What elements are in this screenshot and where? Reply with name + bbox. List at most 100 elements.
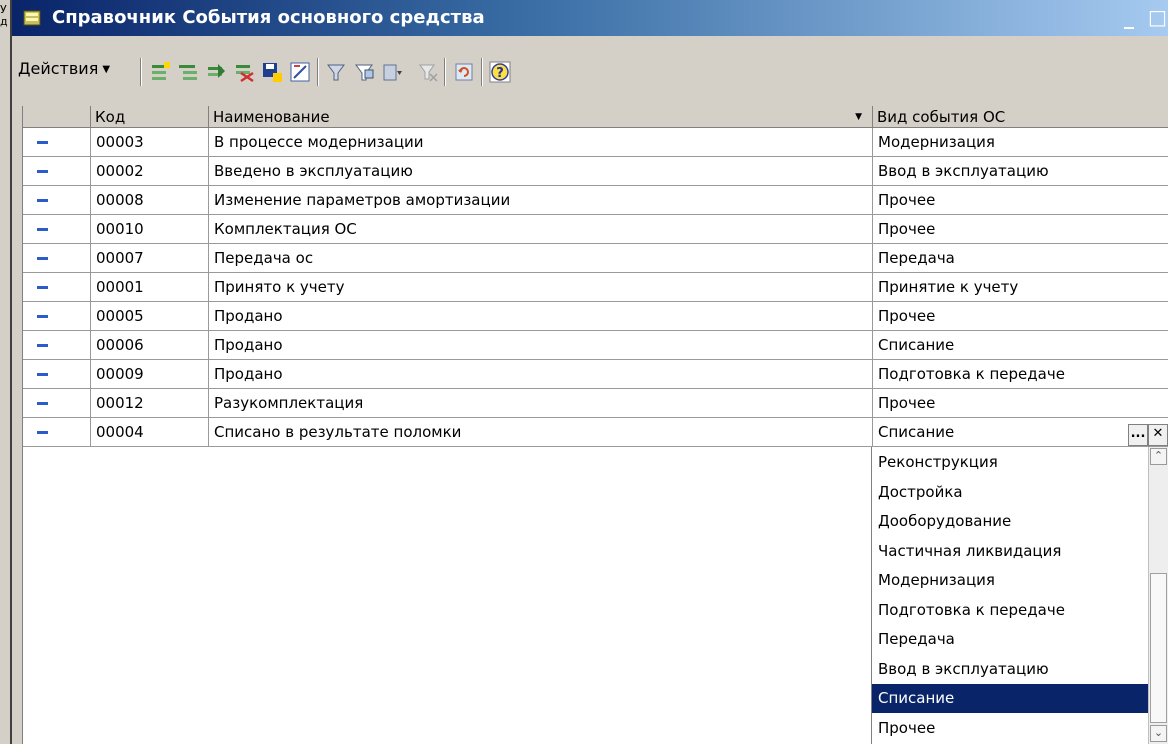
toolbar: Действия ▼ ? — [12, 52, 1168, 92]
event-type-cell[interactable]: Списание — [873, 331, 1168, 360]
table-row[interactable]: 00006 Продано Списание — [23, 331, 1168, 360]
name-cell[interactable]: Комплектация ОС — [209, 215, 873, 244]
code-cell[interactable]: 00001 — [91, 273, 209, 302]
row-marker-icon — [37, 199, 48, 202]
row-marker-cell — [23, 389, 91, 418]
table-row[interactable]: 00008 Изменение параметров амортизации Про… — [23, 186, 1168, 215]
dropdown-option[interactable]: Передача — [872, 625, 1148, 654]
code-cell[interactable]: 00009 — [91, 360, 209, 389]
code-cell[interactable]: 00004 — [91, 418, 209, 447]
event-type-cell[interactable]: Прочее — [873, 389, 1168, 418]
dropdown-option[interactable]: Списание — [872, 684, 1148, 713]
event-type-cell[interactable]: Списание — [873, 418, 1168, 447]
table-row[interactable]: 00002 Введено в эксплуатацию Ввод в эксплу… — [23, 157, 1168, 186]
table-row[interactable]: 00007 Передача ос Передача — [23, 244, 1168, 273]
refresh-icon[interactable] — [453, 61, 475, 83]
row-marker-cell — [23, 215, 91, 244]
name-cell[interactable]: Принято к учету — [209, 273, 873, 302]
table-row[interactable]: 00003 В процессе модернизации Модернизация — [23, 128, 1168, 157]
event-type-cell[interactable]: Подготовка к передаче — [873, 360, 1168, 389]
help-icon[interactable]: ? — [489, 61, 511, 83]
dropdown-option[interactable]: Модернизация — [872, 566, 1148, 595]
name-cell[interactable]: Введено в эксплуатацию — [209, 157, 873, 186]
name-cell[interactable]: Изменение параметров амортизации — [209, 186, 873, 215]
row-marker-icon — [37, 373, 48, 376]
table-row[interactable]: 00004 Списано в результате поломки Списани… — [23, 418, 1168, 447]
dropdown-option[interactable]: Подготовка к передаче — [872, 596, 1148, 625]
name-cell[interactable]: Продано — [209, 331, 873, 360]
event-type-cell[interactable]: Принятие к учету — [873, 273, 1168, 302]
scroll-down-button[interactable]: ⌄ — [1150, 725, 1167, 742]
header-code[interactable]: Код — [91, 106, 209, 128]
row-marker-icon — [37, 228, 48, 231]
name-cell[interactable]: В процессе модернизации — [209, 128, 873, 157]
name-cell[interactable]: Разукомплектация — [209, 389, 873, 418]
header-event-type[interactable]: Вид события ОС — [873, 106, 1168, 128]
sort-desc-icon: ▼ — [855, 112, 862, 122]
save-icon[interactable] — [261, 61, 283, 83]
table-row[interactable]: 00010 Комплектация ОС Прочее — [23, 215, 1168, 244]
maximize-button[interactable]: □ — [1148, 6, 1167, 28]
row-marker-icon — [37, 286, 48, 289]
row-marker-icon — [37, 402, 48, 405]
row-marker-icon — [37, 257, 48, 260]
svg-text:?: ? — [496, 66, 504, 81]
code-cell[interactable]: 00010 — [91, 215, 209, 244]
clear-filter-icon[interactable] — [417, 61, 439, 83]
name-cell[interactable]: Продано — [209, 302, 873, 331]
code-cell[interactable]: 00007 — [91, 244, 209, 273]
event-type-cell[interactable]: Прочее — [873, 186, 1168, 215]
row-marker-icon — [37, 170, 48, 173]
event-type-cell[interactable]: Модернизация — [873, 128, 1168, 157]
table-row[interactable]: 00012 Разукомплектация Прочее — [23, 389, 1168, 418]
select-button[interactable]: ... — [1128, 424, 1148, 446]
minimize-button[interactable]: _ — [1124, 6, 1134, 28]
dropdown-option[interactable]: Частичная ликвидация — [872, 537, 1148, 566]
name-cell[interactable]: Передача ос — [209, 244, 873, 273]
code-cell[interactable]: 00008 — [91, 186, 209, 215]
event-type-cell[interactable]: Прочее — [873, 302, 1168, 331]
dropdown-option[interactable]: Реконструкция — [872, 448, 1148, 477]
title-bar[interactable]: Справочник События основного средства _ … — [12, 0, 1168, 36]
delete-icon[interactable] — [233, 61, 255, 83]
code-cell[interactable]: 00006 — [91, 331, 209, 360]
toolbar-separator — [140, 58, 142, 86]
table-row[interactable]: 00009 Продано Подготовка к передаче — [23, 360, 1168, 389]
code-cell[interactable]: 00005 — [91, 302, 209, 331]
header-marker — [23, 106, 91, 128]
dropdown-option[interactable]: Прочее — [872, 714, 1148, 743]
dropdown-scrollbar[interactable]: ⌃ ⌄ — [1148, 447, 1168, 744]
row-marker-cell — [23, 418, 91, 447]
dropdown-option[interactable]: Дооборудование — [872, 507, 1148, 536]
code-cell[interactable]: 00012 — [91, 389, 209, 418]
dropdown-option[interactable]: Дострой­ка — [872, 478, 1148, 507]
code-cell[interactable]: 00002 — [91, 157, 209, 186]
dropdown-option[interactable]: Ввод в эксплуатацию — [872, 655, 1148, 684]
add-group-icon[interactable] — [177, 61, 199, 83]
scroll-thumb[interactable] — [1150, 573, 1167, 723]
add-icon[interactable] — [149, 61, 171, 83]
header-name[interactable]: Наименование ▼ — [209, 106, 873, 128]
name-cell[interactable]: Продано — [209, 360, 873, 389]
filter-icon[interactable] — [325, 61, 347, 83]
row-marker-icon — [37, 344, 48, 347]
row-marker-cell — [23, 186, 91, 215]
filter-by-value-icon[interactable] — [353, 61, 375, 83]
actions-menu[interactable]: Действия ▼ — [18, 59, 110, 78]
copy-icon[interactable] — [205, 61, 227, 83]
filter-history-icon[interactable] — [381, 61, 403, 83]
row-marker-cell — [23, 273, 91, 302]
code-cell[interactable]: 00003 — [91, 128, 209, 157]
event-type-cell[interactable]: Передача — [873, 244, 1168, 273]
table-row[interactable]: 00001 Принято к учету Принятие к учету — [23, 273, 1168, 302]
row-marker-cell — [23, 360, 91, 389]
name-cell[interactable]: Списано в результате поломки — [209, 418, 873, 447]
row-marker-cell — [23, 302, 91, 331]
edit-icon[interactable] — [289, 61, 311, 83]
background-window-edge: У д — [0, 0, 12, 744]
table-row[interactable]: 00005 Продано Прочее — [23, 302, 1168, 331]
clear-button[interactable]: ✕ — [1148, 424, 1168, 446]
event-type-cell[interactable]: Ввод в эксплуатацию — [873, 157, 1168, 186]
scroll-up-button[interactable]: ⌃ — [1150, 448, 1167, 465]
event-type-cell[interactable]: Прочее — [873, 215, 1168, 244]
